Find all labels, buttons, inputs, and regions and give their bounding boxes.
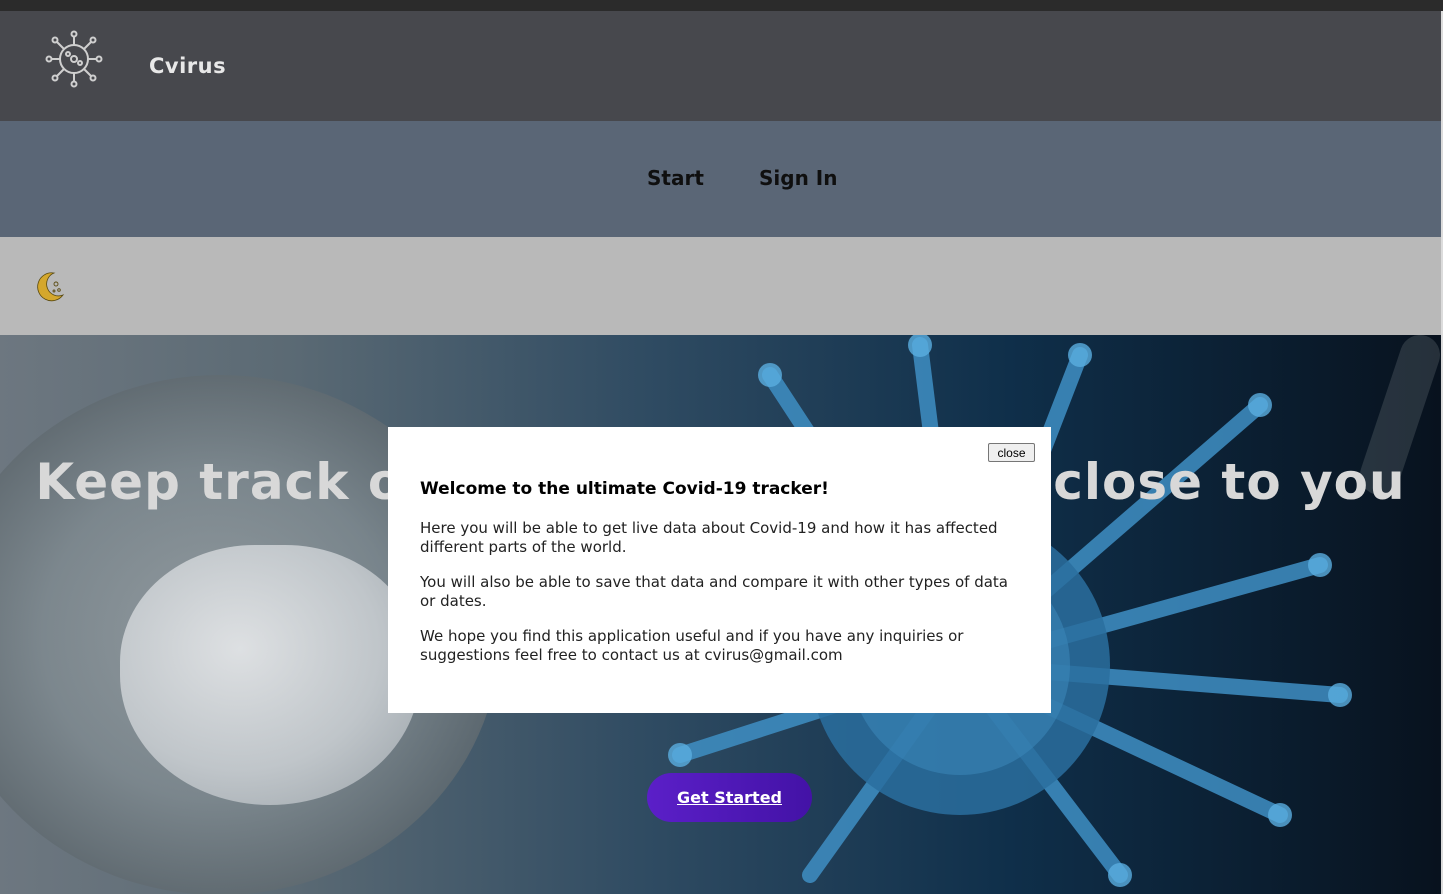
moon-icon[interactable]: [32, 270, 66, 304]
hero-title-left: Keep track o: [35, 453, 404, 511]
modal-paragraph: Here you will be able to get live data a…: [420, 519, 998, 556]
theme-bar: [0, 237, 1441, 335]
welcome-modal: close Welcome to the ultimate Covid-19 t…: [388, 427, 1051, 713]
browser-top-strip: [0, 0, 1443, 11]
hero-background-mask: [120, 545, 420, 805]
main-nav: Start Sign In: [0, 121, 1441, 237]
modal-paragraph: You will also be able to save that data …: [420, 573, 1008, 610]
site-header: Cvirus: [0, 11, 1441, 121]
nav-start-link[interactable]: Start: [647, 166, 704, 190]
modal-paragraph: We hope you find this application useful…: [420, 627, 964, 664]
modal-title: Welcome to the ultimate Covid-19 tracker…: [420, 479, 829, 499]
hero-title-right: close to you: [1053, 453, 1406, 511]
brand-name[interactable]: Cvirus: [149, 54, 226, 78]
close-button[interactable]: close: [988, 443, 1035, 462]
nav-sign-in-link[interactable]: Sign In: [759, 166, 837, 190]
virus-icon[interactable]: [45, 30, 103, 88]
get-started-button[interactable]: Get Started: [647, 773, 812, 822]
